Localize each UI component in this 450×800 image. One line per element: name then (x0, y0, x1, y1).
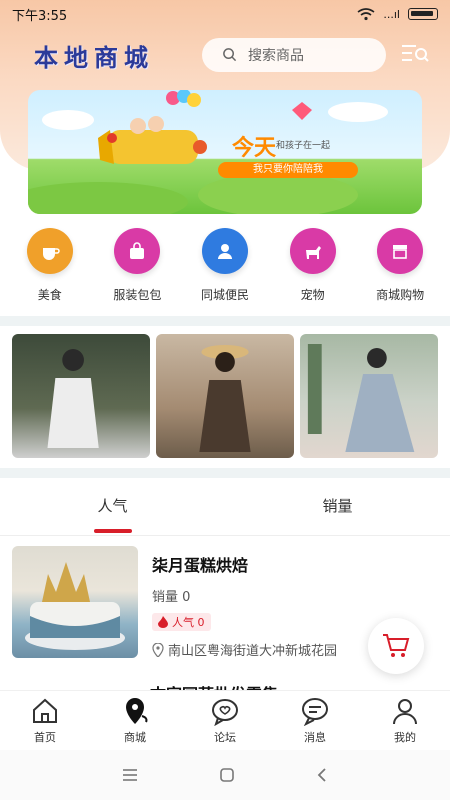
banner-line1: 和孩子在一起 (276, 141, 331, 151)
location-pin-icon (152, 642, 164, 657)
search-input[interactable]: 搜索商品 (202, 38, 386, 72)
promo-banner[interactable]: 今天 和孩子在一起 我只要你陪陪我 (28, 90, 422, 214)
section-divider (0, 468, 450, 478)
category-grid: 美食 服装包包 同城便民 宠物 商城购物 (0, 228, 450, 310)
user-icon (393, 699, 417, 725)
nav-forum[interactable]: 论坛 (180, 691, 270, 750)
category-local-service[interactable]: 同城便民 (185, 228, 265, 310)
shop-icon (377, 228, 424, 274)
search-placeholder: 搜索商品 (248, 48, 304, 64)
cart-button[interactable] (368, 618, 424, 674)
bottom-nav: 首页 商城 论坛 消息 我的 (0, 690, 450, 750)
fashion-photo-3[interactable] (300, 334, 438, 458)
product-image (12, 546, 138, 658)
system-navigation-bar (0, 750, 450, 800)
category-label: 同城便民 (200, 288, 249, 302)
back-icon[interactable] (315, 767, 329, 783)
dog-icon (289, 228, 336, 274)
sort-tabs: 人气 销量 (0, 488, 450, 536)
app-title: 本地商城 (34, 44, 154, 72)
status-bar: 下午3:55 ...ıl (0, 0, 450, 28)
category-pets[interactable]: 宠物 (273, 228, 353, 310)
menu-search-icon[interactable] (400, 40, 430, 68)
popularity-text: 人气 0 (172, 616, 205, 629)
message-icon (302, 698, 328, 726)
home-button-icon[interactable] (219, 767, 235, 783)
battery-icon (408, 8, 438, 20)
popularity-badge: 人气 0 (152, 613, 211, 631)
cup-icon (26, 228, 73, 274)
nav-profile[interactable]: 我的 (360, 691, 450, 750)
nav-label: 消息 (304, 731, 326, 744)
menu-icon[interactable] (121, 768, 139, 782)
signal-icon: ...ıl (383, 7, 400, 21)
tab-popularity[interactable]: 人气 (0, 488, 225, 535)
nav-label: 商城 (124, 731, 146, 744)
category-label: 商城购物 (376, 288, 425, 302)
nav-home[interactable]: 首页 (0, 691, 90, 750)
product-name: 柒月蛋糕烘焙 (152, 556, 249, 575)
fashion-photo-1[interactable] (12, 334, 150, 458)
category-clothing-bags[interactable]: 服装包包 (97, 228, 177, 310)
nav-label: 论坛 (214, 731, 236, 744)
photo-gallery (12, 334, 438, 458)
search-icon (223, 48, 237, 62)
forum-heart-icon (212, 699, 238, 726)
banner-illustration (28, 90, 388, 214)
category-mall-shopping[interactable]: 商城购物 (360, 228, 440, 310)
product-sales: 销量 0 (152, 590, 191, 605)
people-icon (201, 228, 248, 274)
nav-label: 首页 (34, 731, 56, 744)
status-icons: ...ıl (357, 8, 438, 21)
bag-icon (114, 228, 161, 274)
banner-title: 今天 (232, 136, 277, 161)
nav-mall[interactable]: 商城 (90, 691, 180, 750)
home-icon (33, 698, 57, 723)
status-time: 下午3:55 (12, 8, 68, 24)
category-label: 服装包包 (113, 288, 162, 302)
banner-subtitle: 我只要你陪陪我 (218, 162, 358, 178)
category-label: 宠物 (300, 288, 325, 302)
address-text: 南山区粤海街道大冲新城花园 (168, 644, 338, 659)
section-divider (0, 316, 450, 326)
category-food[interactable]: 美食 (10, 228, 90, 310)
flame-icon (158, 616, 168, 628)
nav-messages[interactable]: 消息 (270, 691, 360, 750)
cart-icon (383, 634, 410, 657)
tab-sales[interactable]: 销量 (225, 488, 450, 535)
fashion-photo-2[interactable] (156, 334, 294, 458)
location-icon (126, 698, 148, 724)
category-label: 美食 (37, 288, 62, 302)
wifi-icon (357, 7, 375, 20)
nav-label: 我的 (394, 731, 416, 744)
